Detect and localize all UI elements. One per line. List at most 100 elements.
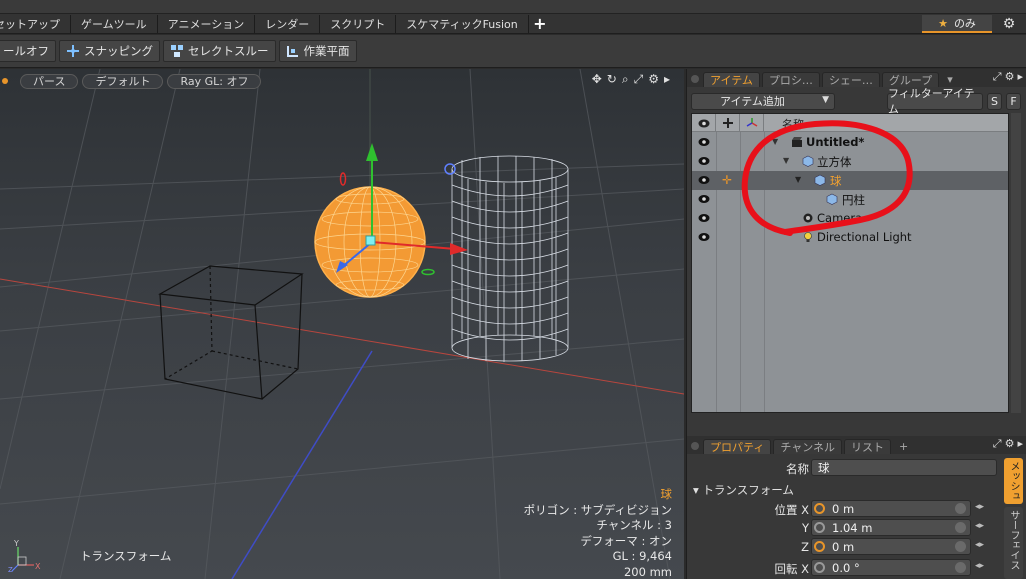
- eye-icon[interactable]: [698, 175, 710, 185]
- viewport-menu-dot[interactable]: [2, 78, 8, 84]
- tool-mode-label: トランスフォーム: [80, 549, 172, 563]
- name-field[interactable]: 球: [811, 459, 997, 476]
- s-button[interactable]: S: [987, 92, 1002, 110]
- stepper-icon[interactable]: ◂▸: [975, 521, 984, 531]
- add-tab-button[interactable]: +: [529, 14, 551, 33]
- tab-schematic-fusion[interactable]: スケマティックFusion: [396, 14, 529, 33]
- cylinder-mesh[interactable]: [451, 155, 569, 362]
- slider-knob-icon[interactable]: [955, 562, 966, 573]
- add-item-dropdown[interactable]: アイテム追加 ▼: [691, 92, 835, 110]
- select-through-label: セレクトスルー: [188, 44, 269, 58]
- axis-x-label: X: [35, 562, 41, 571]
- props-menu-dot[interactable]: [691, 442, 699, 450]
- panel-menu-dot[interactable]: [691, 75, 699, 83]
- expand-arrow-icon[interactable]: ▼: [783, 156, 789, 165]
- name-column-header[interactable]: 名称: [782, 116, 804, 132]
- animate-icon[interactable]: [814, 503, 825, 514]
- tab-setup[interactable]: セットアップ: [0, 14, 71, 33]
- vtab-mesh[interactable]: メッシュ: [1004, 458, 1023, 504]
- list-item[interactable]: Camera: [692, 209, 1008, 228]
- 3d-viewport[interactable]: パース デフォルト Ray GL: オフ ✥ ↻ ⌕ ⤢ ⚙ ▸ 球 ポリゴン …: [0, 69, 684, 579]
- lock-toggle-icon[interactable]: ✛: [722, 173, 732, 187]
- deformer-info: デフォーマ : オン: [580, 533, 672, 548]
- x-axis-line: [0, 278, 684, 395]
- position-z-field[interactable]: 0 m: [811, 538, 971, 555]
- tab-properties[interactable]: プロパティ: [703, 439, 772, 454]
- work-plane-button[interactable]: 作業平面: [278, 40, 357, 62]
- eye-icon[interactable]: [698, 232, 710, 242]
- slider-knob-icon[interactable]: [955, 503, 966, 514]
- position-y-row: Y 1.04 m ◂▸: [687, 519, 1026, 538]
- expand-arrow-icon[interactable]: ▼: [772, 137, 778, 146]
- axis-y-label: Y: [13, 539, 19, 548]
- transform-section-header[interactable]: ▾ トランスフォーム: [693, 482, 794, 498]
- animate-icon[interactable]: [814, 562, 825, 573]
- stepper-icon[interactable]: ◂▸: [975, 540, 984, 550]
- viewport-arrow-icon[interactable]: ▸: [664, 72, 670, 87]
- tab-list[interactable]: リスト: [844, 439, 892, 454]
- view-mode-select[interactable]: パース: [20, 73, 79, 89]
- list-item[interactable]: 円柱: [692, 190, 1008, 209]
- add-item-label: アイテム追加: [720, 95, 785, 108]
- expand-icon[interactable]: ⤢: [993, 70, 1002, 84]
- tab-channels[interactable]: チャンネル: [773, 439, 843, 454]
- eye-icon[interactable]: [698, 213, 710, 223]
- light-icon: [804, 232, 812, 242]
- rotation-x-field[interactable]: 0.0 °: [811, 559, 971, 576]
- panel-gear-icon[interactable]: ⚙: [1005, 70, 1015, 84]
- eye-icon[interactable]: [698, 194, 710, 204]
- expand-arrow-icon[interactable]: ▼: [795, 175, 801, 184]
- position-y-field[interactable]: 1.04 m: [811, 519, 971, 536]
- stepper-icon[interactable]: ◂▸: [975, 502, 984, 512]
- item-list-scrollbar[interactable]: [1011, 113, 1021, 413]
- right-panel: アイテム プロシ… シェー… グループ ▾ ⤢ ⚙ ▸ アイテム追加 ▼ フィル…: [686, 69, 1026, 579]
- only-tab[interactable]: ★ のみ: [922, 15, 992, 33]
- shading-select[interactable]: デフォルト: [82, 73, 164, 89]
- tab-render[interactable]: レンダー: [255, 14, 321, 33]
- pan-icon[interactable]: ✥: [592, 72, 602, 87]
- eye-icon[interactable]: [698, 156, 710, 166]
- f-button[interactable]: F: [1006, 92, 1021, 110]
- maximize-icon[interactable]: ⤢: [634, 72, 644, 87]
- tab-procedural[interactable]: プロシ…: [761, 72, 820, 87]
- zoom-icon[interactable]: ⌕: [622, 72, 629, 87]
- panel-arrow-icon[interactable]: ▸: [1017, 70, 1023, 84]
- item-label: 球: [830, 174, 842, 188]
- snapping-button[interactable]: スナッピング: [59, 40, 160, 62]
- animate-icon[interactable]: [814, 541, 825, 552]
- rotate-icon[interactable]: ↻: [607, 72, 617, 87]
- filter-items-button[interactable]: フィルターアイテム: [887, 87, 983, 116]
- vtab-surface[interactable]: サーフェイス: [1004, 507, 1023, 579]
- tab-script[interactable]: スクリプト: [320, 14, 397, 33]
- eye-icon[interactable]: [698, 137, 710, 147]
- position-x-field[interactable]: 0 m: [811, 500, 971, 517]
- props-arrow-icon[interactable]: ▸: [1017, 437, 1023, 451]
- list-item[interactable]: Directional Light: [692, 228, 1008, 247]
- gear-icon[interactable]: ⚙: [1000, 16, 1018, 32]
- slider-knob-icon[interactable]: [955, 541, 966, 552]
- add-props-tab-button[interactable]: +: [893, 439, 914, 454]
- tab-items[interactable]: アイテム: [703, 72, 760, 87]
- raygl-select[interactable]: Ray GL: オフ: [167, 73, 262, 89]
- stepper-icon[interactable]: ◂▸: [975, 561, 984, 571]
- list-item[interactable]: ▼ Untitled*: [692, 133, 1008, 152]
- tab-game-tools[interactable]: ゲームツール: [71, 14, 158, 33]
- viewport-gear-icon[interactable]: ⚙: [648, 72, 659, 87]
- name-label: 名称: [786, 462, 809, 476]
- lock-column-icon[interactable]: [716, 114, 740, 132]
- tab-animation[interactable]: アニメーション: [158, 14, 256, 33]
- properties-panel-tabs: プロパティ チャンネル リスト + ⤢ ⚙ ▸: [687, 436, 1026, 454]
- list-item[interactable]: ▼ 立方体: [692, 152, 1008, 171]
- axes-column-icon[interactable]: [740, 114, 764, 132]
- slider-knob-icon[interactable]: [955, 522, 966, 533]
- props-gear-icon[interactable]: ⚙: [1005, 437, 1015, 451]
- animate-icon[interactable]: [814, 522, 825, 533]
- item-list[interactable]: 名称 ▼ Untitled* ▼ 立方体 ✛ ▼ 球 円柱 Camera Dir…: [691, 113, 1009, 413]
- tab-shader[interactable]: シェー…: [821, 72, 880, 87]
- select-through-button[interactable]: セレクトスルー: [163, 40, 276, 62]
- list-item-selected[interactable]: ✛ ▼ 球: [692, 171, 1008, 190]
- visibility-column-icon[interactable]: [692, 114, 716, 132]
- only-tab-label: のみ: [953, 17, 976, 30]
- tool-off-button[interactable]: ールオフ: [0, 40, 56, 62]
- props-expand-icon[interactable]: ⤢: [993, 437, 1002, 451]
